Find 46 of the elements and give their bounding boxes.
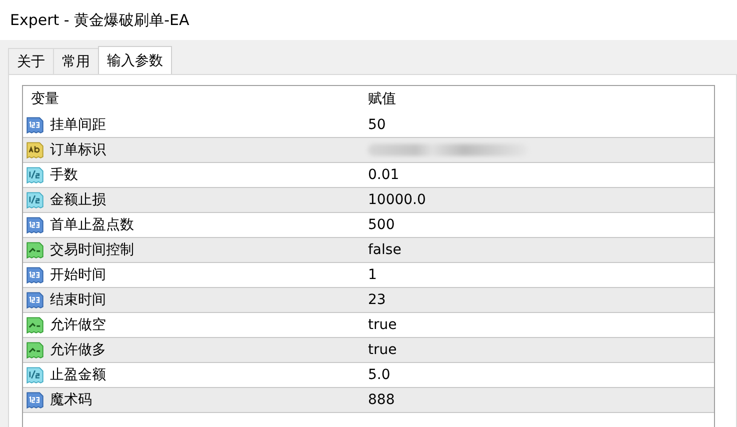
parameter-value: 888: [368, 392, 395, 408]
table-row[interactable]: 结束时间 23: [23, 288, 714, 313]
number-tag-icon: [26, 116, 44, 134]
parameter-name: 允许做多: [50, 341, 106, 359]
parameter-name: 挂单间距: [50, 116, 106, 134]
fraction-tag-icon: [26, 166, 44, 184]
table-row[interactable]: 订单标识: [23, 138, 714, 163]
parameter-name: 订单标识: [50, 141, 106, 159]
table-row[interactable]: 魔术码 888: [23, 388, 714, 413]
parameter-name: 止盈金额: [50, 366, 106, 384]
number-tag-icon: [26, 216, 44, 234]
parameter-value: 500: [368, 217, 395, 233]
parameter-name: 结束时间: [50, 291, 106, 309]
parameter-name: 开始时间: [50, 266, 106, 284]
table-row[interactable]: 金额止损 10000.0: [23, 188, 714, 213]
parameter-value: 50: [368, 117, 386, 133]
table-row[interactable]: 交易时间控制 false: [23, 238, 714, 263]
number-tag-icon: [26, 266, 44, 284]
column-header[interactable]: 赋值: [368, 86, 714, 113]
number-tag-icon: [26, 291, 44, 309]
parameter-value: 10000.0: [368, 192, 426, 208]
number-tag-icon: [26, 391, 44, 409]
parameter-name: 允许做空: [50, 316, 106, 334]
parameter-value: true: [368, 342, 397, 358]
parameter-value: 1: [368, 267, 377, 283]
parameter-name: 手数: [50, 166, 78, 184]
toggle-tag-icon: [26, 316, 44, 334]
tab[interactable]: 输入参数: [98, 46, 172, 74]
fraction-tag-icon: [26, 366, 44, 384]
table-row[interactable]: 允许做多 true: [23, 338, 714, 363]
tab[interactable]: 关于: [8, 48, 54, 74]
parameter-value: true: [368, 317, 397, 333]
toggle-tag-icon: [26, 241, 44, 259]
parameter-value: 5.0: [368, 367, 390, 383]
column-header[interactable]: 变量: [23, 86, 368, 113]
parameter-name: 交易时间控制: [50, 241, 134, 259]
text-tag-icon: [26, 141, 44, 159]
parameter-value: false: [368, 242, 402, 258]
parameter-name: 金额止损: [50, 191, 106, 209]
parameter-name: 魔术码: [50, 391, 92, 409]
parameter-value: 23: [368, 292, 386, 308]
window-title: Expert - 黄金爆破刷单-EA: [10, 10, 190, 30]
toggle-tag-icon: [26, 341, 44, 359]
parameter-value: 0.01: [368, 167, 400, 183]
fraction-tag-icon: [26, 191, 44, 209]
parameter-name: 首单止盈点数: [50, 216, 134, 234]
